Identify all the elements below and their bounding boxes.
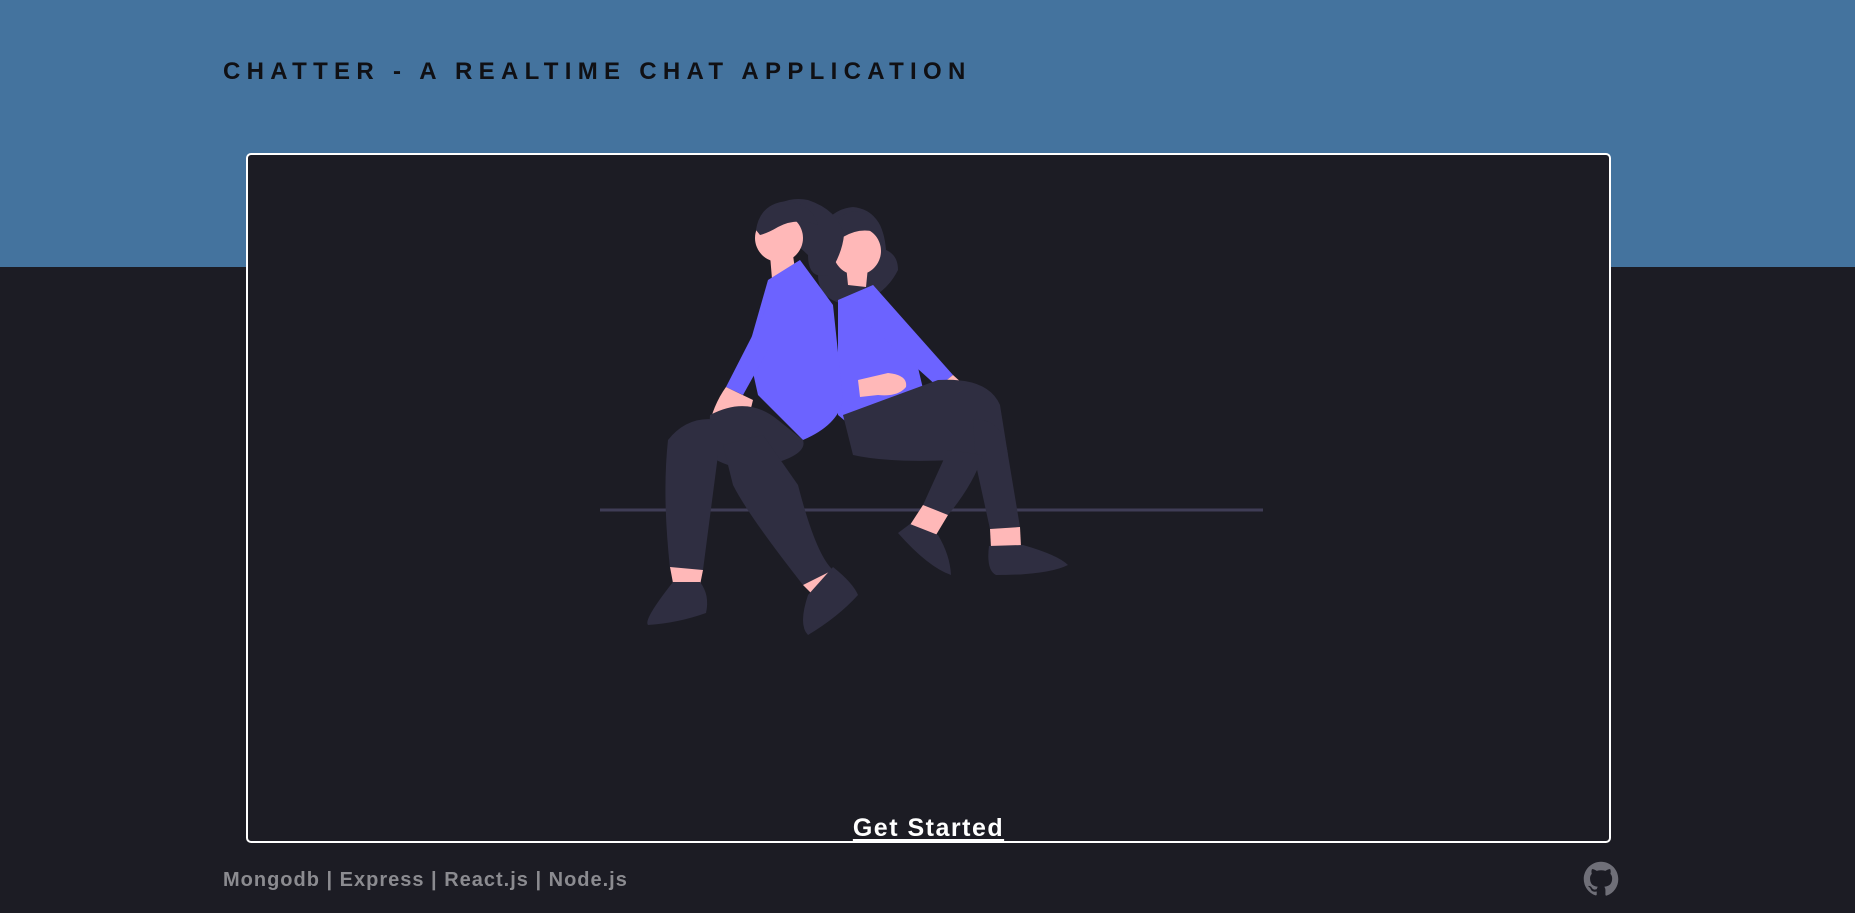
tech-stack-text: Mongodb | Express | React.js | Node.js <box>223 869 628 891</box>
hero-card: Get Started <box>246 153 1611 843</box>
two-people-sitting-illustration-icon <box>600 199 1263 635</box>
github-icon[interactable] <box>1583 861 1619 897</box>
app-title: CHATTER - A REALTIME CHAT APPLICATION <box>223 58 972 85</box>
get-started-button[interactable]: Get Started <box>248 816 1609 841</box>
